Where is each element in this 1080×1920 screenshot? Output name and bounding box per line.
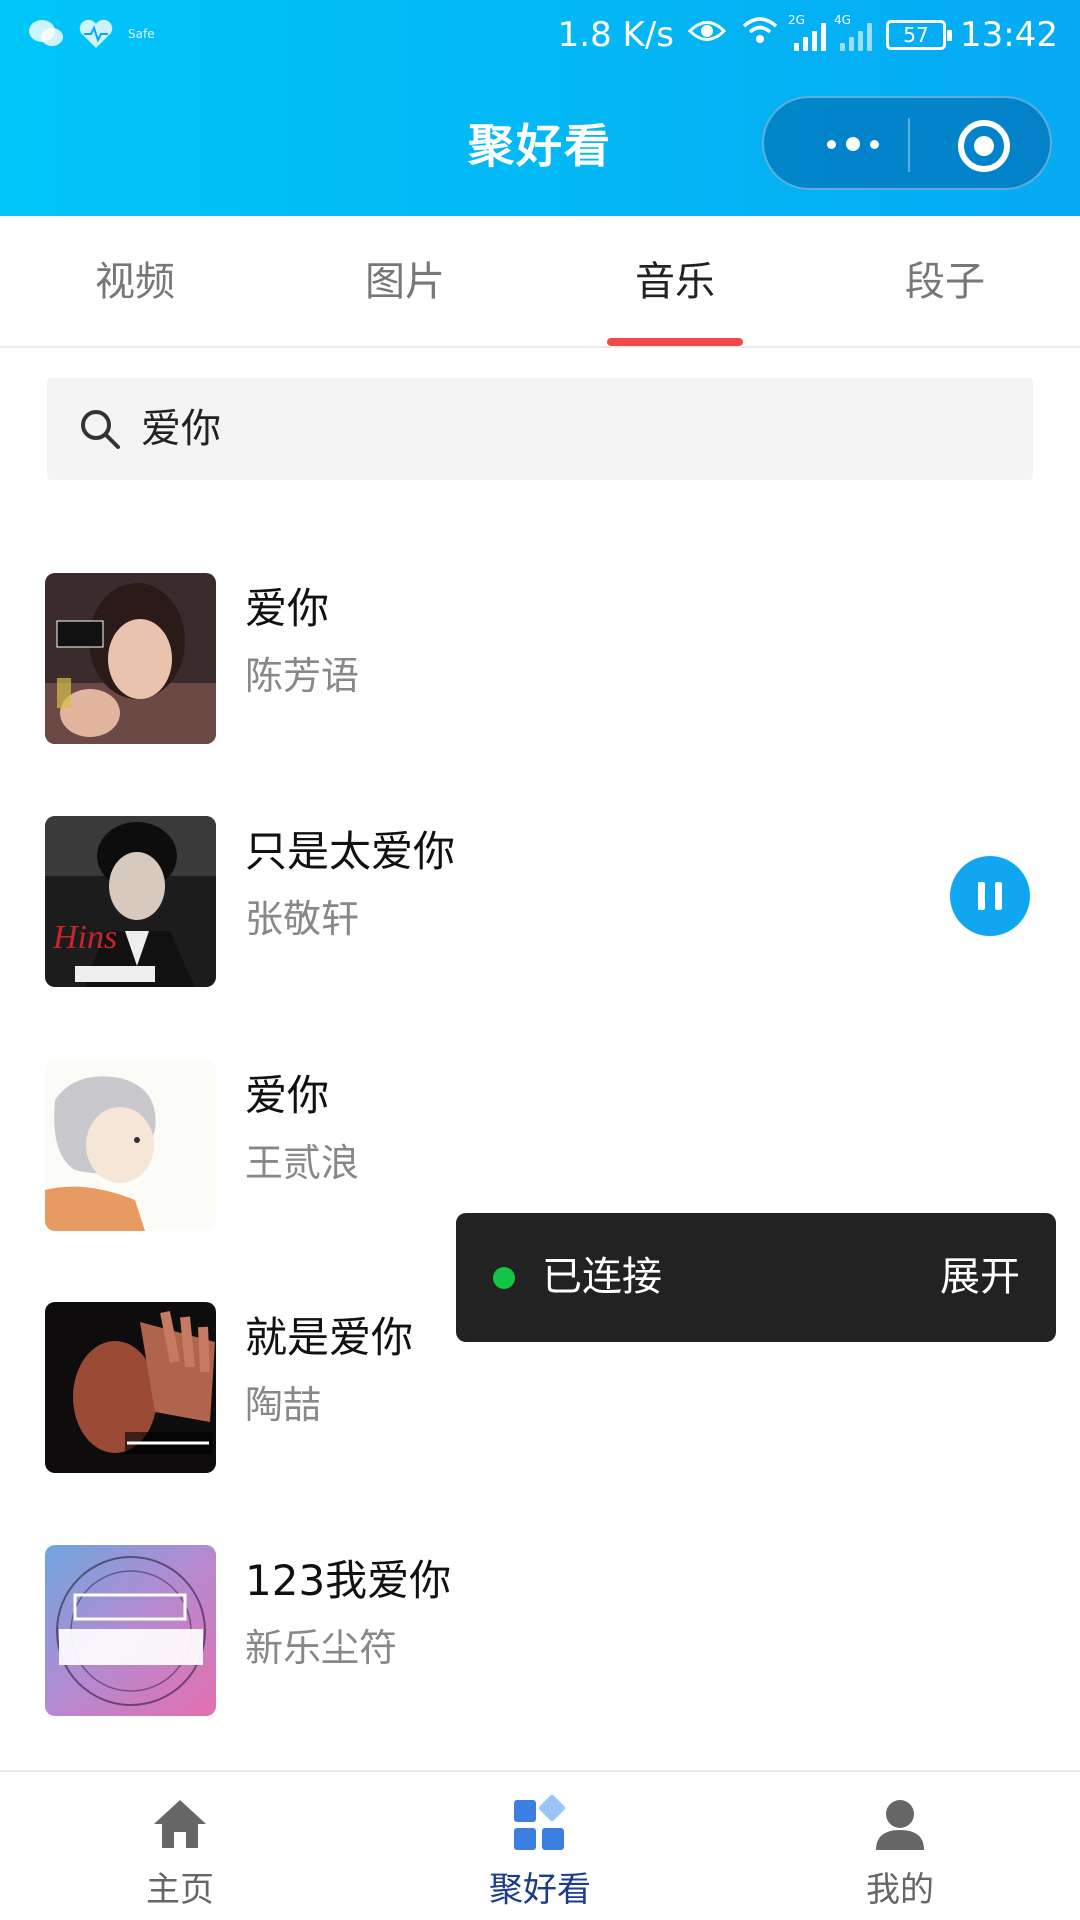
miniprogram-capsule <box>762 96 1052 190</box>
nav-item-juhaokan[interactable]: 聚好看 <box>360 1772 720 1920</box>
pause-button[interactable] <box>950 856 1030 936</box>
song-item[interactable]: 爱你 陈芳语 <box>0 573 1080 773</box>
network-speed: 1.8 K/s <box>557 14 675 55</box>
search-icon <box>79 408 121 450</box>
capsule-divider <box>908 118 910 172</box>
song-artist: 张敬轩 <box>245 897 360 941</box>
connection-toast: 已连接 展开 <box>456 1213 1056 1342</box>
expand-button[interactable]: 展开 <box>940 1213 1020 1342</box>
more-options-button[interactable] <box>808 124 898 164</box>
nav-label: 聚好看 <box>489 1870 591 1910</box>
song-title: 爱你 <box>245 584 330 633</box>
song-item[interactable]: 123我爱你 新乐尘符 <box>0 1545 1080 1745</box>
album-cover: Hins <box>45 816 216 987</box>
cellular-4g-icon: 4G <box>834 13 873 51</box>
status-bar-notifications: Safe <box>28 18 168 50</box>
song-artist: 王贰浪 <box>245 1141 360 1185</box>
clock: 13:42 <box>960 14 1058 55</box>
connected-dot-icon <box>493 1267 515 1289</box>
wifi-icon <box>740 14 780 55</box>
song-title: 就是爱你 <box>245 1313 414 1362</box>
connection-status: 已连接 <box>542 1254 662 1300</box>
nav-item-home[interactable]: 主页 <box>0 1772 360 1920</box>
song-item[interactable]: Hins 只是太爱你 张敬轩 <box>0 816 1080 1016</box>
song-artist: 新乐尘符 <box>245 1626 398 1670</box>
app-header: Safe 1.8 K/s 2G 4G 57 13:42 聚好看 <box>0 0 1080 216</box>
song-artist: 陈芳语 <box>245 654 360 698</box>
cellular-2g-icon: 2G <box>788 13 827 51</box>
album-cover <box>45 1545 216 1716</box>
status-bar-system: 1.8 K/s 2G 4G 57 13:42 <box>557 13 1058 55</box>
category-tabs: 视频 图片 音乐 段子 <box>0 216 1080 348</box>
album-cover <box>45 1302 216 1473</box>
tab-jokes[interactable]: 段子 <box>810 216 1080 348</box>
health-heart-icon <box>78 18 114 50</box>
wechat-icon <box>28 18 64 50</box>
safe-indicator: Safe <box>128 27 155 41</box>
song-title: 爱你 <box>245 1071 330 1120</box>
status-bar: Safe 1.8 K/s 2G 4G 57 13:42 <box>0 0 1080 76</box>
bottom-navigation: 主页 聚好看 我的 <box>0 1770 1080 1920</box>
search-input[interactable]: 爱你 <box>47 378 1033 480</box>
user-icon <box>870 1794 930 1854</box>
album-cover <box>45 573 216 744</box>
search-query: 爱你 <box>141 406 221 452</box>
tab-images[interactable]: 图片 <box>270 216 540 348</box>
tab-video[interactable]: 视频 <box>0 216 270 348</box>
album-cover <box>45 1060 216 1231</box>
grid-icon <box>510 1794 570 1854</box>
close-miniprogram-button[interactable] <box>958 120 1010 172</box>
song-artist: 陶喆 <box>245 1383 322 1427</box>
song-title: 只是太爱你 <box>245 827 456 876</box>
nav-label: 主页 <box>146 1870 214 1910</box>
song-title: 123我爱你 <box>245 1556 452 1605</box>
battery-icon: 57 <box>886 19 953 50</box>
nav-label: 我的 <box>866 1870 934 1910</box>
eye-icon <box>687 15 727 55</box>
active-tab-indicator <box>607 338 743 346</box>
home-icon <box>150 1794 210 1854</box>
nav-item-mine[interactable]: 我的 <box>720 1772 1080 1920</box>
svg-text:Hins: Hins <box>52 919 117 956</box>
tab-music[interactable]: 音乐 <box>540 216 810 348</box>
